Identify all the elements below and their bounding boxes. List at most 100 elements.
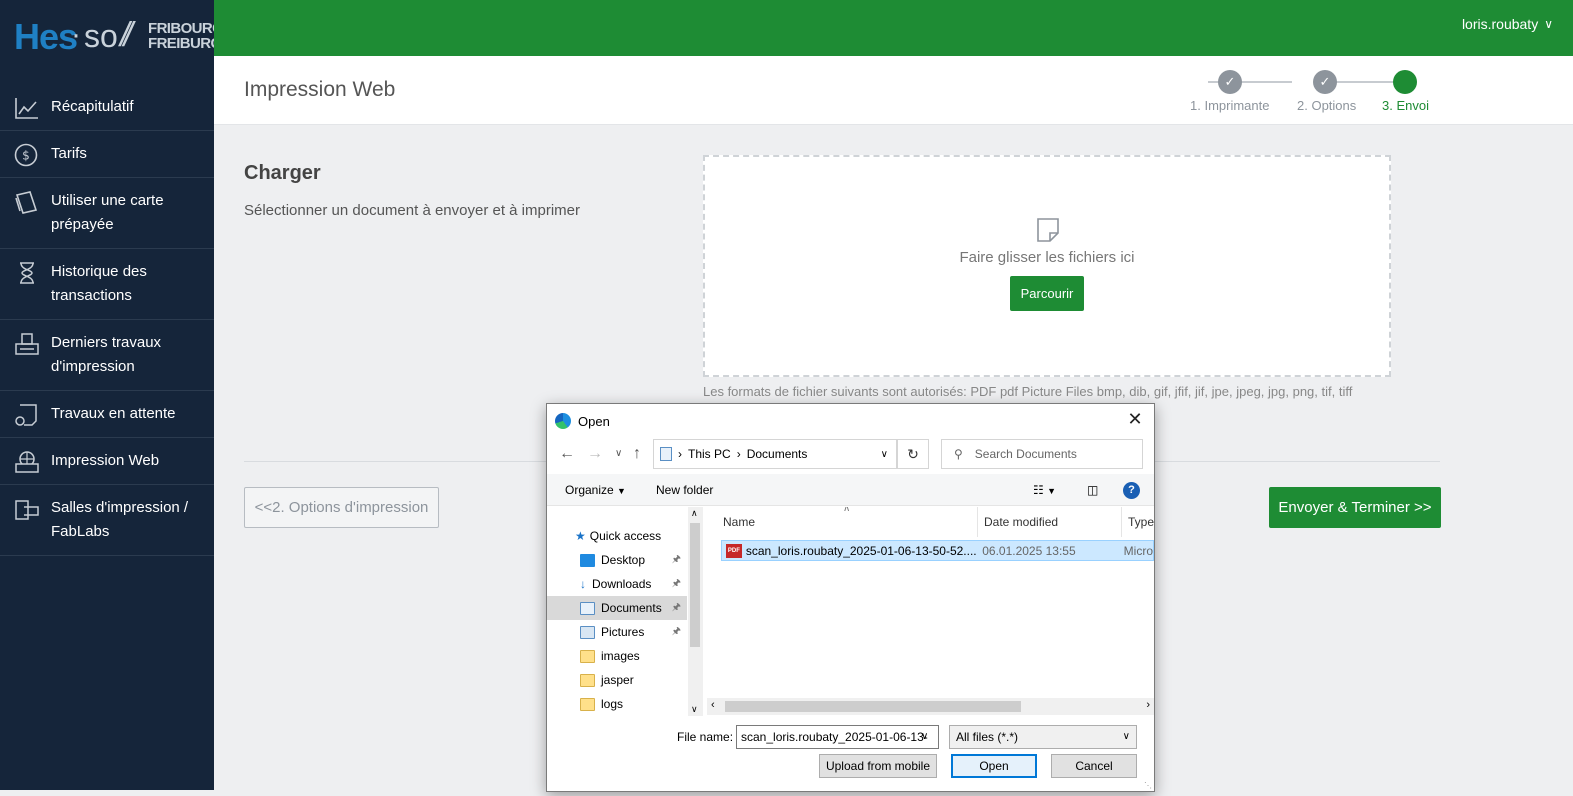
folder-icon [580, 649, 595, 663]
tree-label: logs [601, 697, 624, 711]
column-header-type[interactable]: Type [1122, 507, 1154, 537]
back-arrow-icon[interactable]: ← [559, 445, 575, 463]
tree-item-downloads[interactable]: ↓ Downloads 🖈 [547, 572, 687, 596]
sidebar-item-impression-web[interactable]: Impression Web [0, 438, 214, 485]
logo-so-text: so [84, 18, 118, 54]
scroll-left-icon[interactable]: ‹ [711, 699, 715, 711]
breadcrumb-separator: › [678, 447, 682, 461]
new-folder-button[interactable]: New folder [656, 483, 713, 497]
address-bar[interactable]: › This PC › Documents ∨ [653, 439, 897, 469]
view-options-icon[interactable]: ☷ ▼ [1033, 483, 1056, 497]
file-type-value: All files (*.*) [956, 730, 1019, 744]
sidebar-item-salles-impression[interactable]: Salles d'impression / FabLabs [0, 485, 214, 556]
up-arrow-icon[interactable]: ↑ [633, 445, 641, 463]
check-icon: ✓ [1218, 70, 1242, 94]
upload-from-mobile-button[interactable]: Upload from mobile [819, 754, 937, 778]
breadcrumb-separator: › [736, 447, 741, 461]
pin-icon: 🖈 [671, 601, 681, 613]
file-type-select[interactable]: All files (*.*) ∨ [949, 725, 1137, 749]
logo-dot: · [71, 18, 81, 51]
open-button[interactable]: Open [951, 754, 1037, 778]
chevron-down-icon: ∨ [1122, 731, 1130, 742]
tree-item-documents[interactable]: Documents 🖈 [547, 596, 687, 620]
column-header-date[interactable]: Date modified [978, 507, 1122, 537]
user-menu[interactable]: loris.roubaty ∨ [1462, 16, 1553, 32]
scroll-down-icon[interactable]: ∨ [691, 704, 698, 715]
organize-label: Organize [565, 483, 614, 497]
resize-grip-icon[interactable]: ⋱ [1144, 781, 1152, 790]
dialog-toolbar: Organize ▼ New folder ☷ ▼ ◫ ? [547, 474, 1154, 506]
open-file-dialog: Open ✕ ← → ∨ ↑ › This PC › Documents ∨ ↻… [546, 403, 1155, 792]
refresh-icon[interactable]: ↻ [897, 439, 929, 469]
tree-item-desktop[interactable]: Desktop 🖈 [547, 548, 687, 572]
file-name-label: File name: [677, 730, 734, 744]
file-type: Micro [1123, 543, 1153, 558]
preview-pane-icon[interactable]: ◫ [1087, 483, 1098, 497]
printer-tray-icon [14, 332, 40, 356]
recent-locations-chevron-icon[interactable]: ∨ [615, 448, 622, 459]
sidebar-item-tarifs[interactable]: $ Tarifs [0, 131, 214, 178]
breadcrumb-documents[interactable]: Documents [747, 447, 808, 461]
scrollbar-thumb[interactable] [725, 701, 1021, 712]
breadcrumb-this-pc[interactable]: This PC [688, 447, 731, 461]
step-label-imprimante[interactable]: 1. Imprimante [1190, 98, 1269, 113]
file-dropzone[interactable]: Faire glisser les fichiers ici Parcourir [703, 155, 1391, 377]
section-title: Charger [244, 162, 321, 184]
username: loris.roubaty [1461, 16, 1539, 32]
section-description: Sélectionner un document à envoyer et à … [244, 202, 581, 219]
close-icon[interactable]: ✕ [1124, 408, 1146, 430]
organize-menu[interactable]: Organize ▼ [565, 483, 626, 497]
scroll-right-icon[interactable]: › [1146, 699, 1150, 711]
tree-item-images[interactable]: images [547, 644, 687, 668]
tree-item-quick-access[interactable]: ★ Quick access [547, 524, 687, 548]
tree-item-logs[interactable]: logs [547, 692, 687, 716]
sidebar-item-label: Récapitulatif [51, 98, 134, 115]
search-placeholder: Search Documents [974, 447, 1077, 461]
sidebar-item-label: Salles d'impression / FabLabs [51, 499, 189, 540]
send-finish-button[interactable]: Envoyer & Terminer >> [1269, 487, 1441, 528]
help-icon[interactable]: ? [1123, 482, 1140, 499]
sort-ascending-icon: ∧ [843, 507, 851, 514]
column-label: Name [723, 515, 756, 529]
browse-button[interactable]: Parcourir [1010, 276, 1084, 311]
logo-hes-text: Hes [14, 16, 78, 57]
file-name-input[interactable]: scan_loris.roubaty_2025-01-06-13- [736, 725, 939, 749]
file-name-dropdown-icon[interactable]: ∨ [921, 731, 928, 742]
column-header-name[interactable]: Name ∧ [707, 507, 978, 537]
sidebar-item-historique[interactable]: Historique des transactions [0, 249, 214, 320]
logo-city-de: FREIBURG [148, 35, 222, 52]
file-list: Name ∧ Date modified Type PDF scan_loris… [707, 507, 1154, 716]
hes-so-logo[interactable]: Hes · so // FRIBOURG FREIBURG [14, 14, 224, 58]
address-dropdown-chevron-icon[interactable]: ∨ [881, 449, 888, 460]
scroll-up-icon[interactable]: ∧ [691, 508, 698, 519]
dollar-circle-icon: $ [14, 143, 40, 167]
folder-icon [580, 697, 595, 711]
pdf-file-icon: PDF [726, 543, 742, 558]
sidebar-item-label: Travaux en attente [51, 405, 176, 422]
file-row[interactable]: PDF scan_loris.roubaty_2025-01-06-13-50-… [721, 540, 1154, 561]
navigation-pane: ★ Quick access Desktop 🖈 ↓ Downloads 🖈 D… [547, 507, 703, 716]
previous-step-button[interactable]: <<2. Options d'impression [244, 487, 439, 528]
sidebar-item-carte-prepayee[interactable]: Utiliser une carte prépayée [0, 178, 214, 249]
pin-icon: 🖈 [671, 577, 681, 589]
sidebar-item-travaux-attente[interactable]: Travaux en attente [0, 391, 214, 438]
sidebar-item-recapitulatif[interactable]: Récapitulatif [0, 84, 214, 131]
step-label-options[interactable]: 2. Options [1297, 98, 1356, 113]
tree-item-pictures[interactable]: Pictures 🖈 [547, 620, 687, 644]
sidebar-item-label: Utiliser une carte prépayée [51, 192, 164, 233]
pictures-icon [580, 625, 595, 639]
scrollbar-thumb[interactable] [690, 523, 700, 647]
chevron-down-icon: ∨ [1544, 17, 1553, 31]
navigation-scrollbar[interactable]: ∧ ∨ [688, 507, 703, 716]
sidebar-item-label: Derniers travaux d'impression [51, 334, 162, 375]
search-input[interactable]: ⚲ Search Documents [941, 439, 1143, 469]
tree-item-jasper[interactable]: jasper [547, 668, 687, 692]
download-arrow-icon: ↓ [580, 577, 586, 591]
file-list-horizontal-scrollbar[interactable]: ‹ › [707, 698, 1154, 715]
cancel-button[interactable]: Cancel [1051, 754, 1137, 778]
sidebar-item-derniers-travaux[interactable]: Derniers travaux d'impression [0, 320, 214, 391]
address-row: ← → ∨ ↑ › This PC › Documents ∨ ↻ ⚲ Sear… [547, 438, 1154, 470]
forward-arrow-icon[interactable]: → [587, 445, 603, 463]
star-icon: ★ [575, 529, 586, 543]
drop-text: Faire glisser les fichiers ici [959, 249, 1135, 266]
